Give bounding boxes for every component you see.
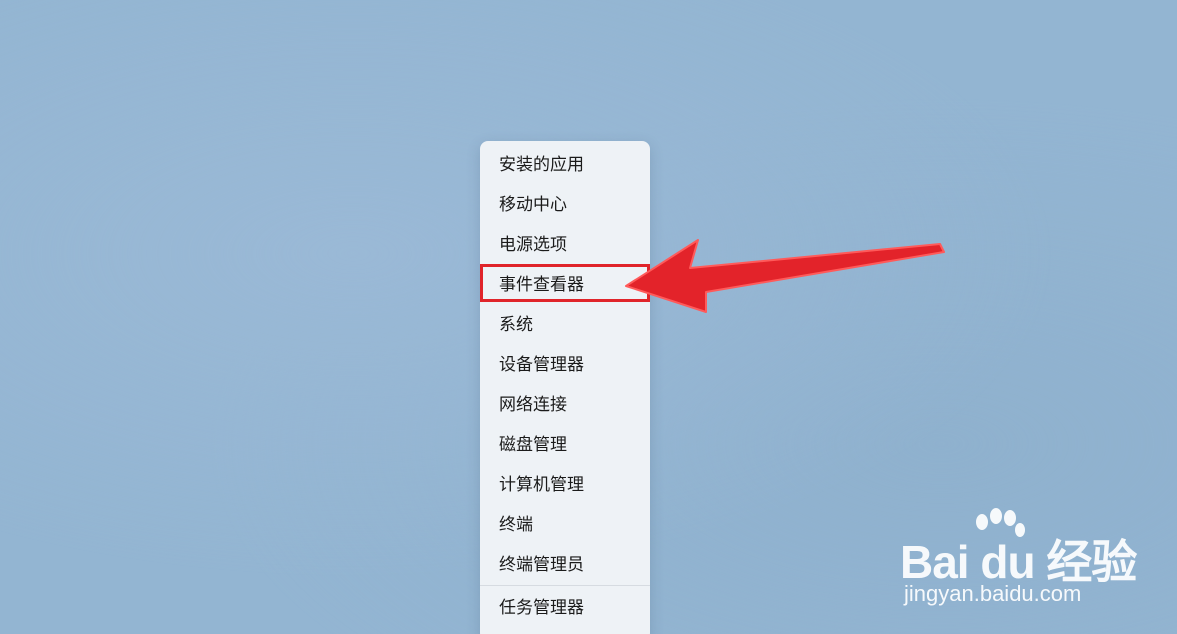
context-menu: 安装的应用 移动中心 电源选项 事件查看器 系统 设备管理器 网络连接 磁盘管理… <box>480 141 650 634</box>
menu-item-mobility-center[interactable]: 移动中心 <box>480 185 650 225</box>
menu-item-event-viewer[interactable]: 事件查看器 <box>480 265 650 305</box>
menu-item-system[interactable]: 系统 <box>480 305 650 345</box>
menu-item-disk-management[interactable]: 磁盘管理 <box>480 425 650 465</box>
menu-item-device-manager[interactable]: 设备管理器 <box>480 345 650 385</box>
menu-item-computer-management[interactable]: 计算机管理 <box>480 465 650 505</box>
menu-item-task-manager[interactable]: 任务管理器 <box>480 588 650 628</box>
menu-separator <box>480 585 650 586</box>
menu-item-terminal-admin[interactable]: 终端管理员 <box>480 545 650 585</box>
menu-item-installed-apps[interactable]: 安装的应用 <box>480 145 650 185</box>
menu-item-network-connections[interactable]: 网络连接 <box>480 385 650 425</box>
menu-item-power-options[interactable]: 电源选项 <box>480 225 650 265</box>
menu-item-terminal[interactable]: 终端 <box>480 505 650 545</box>
